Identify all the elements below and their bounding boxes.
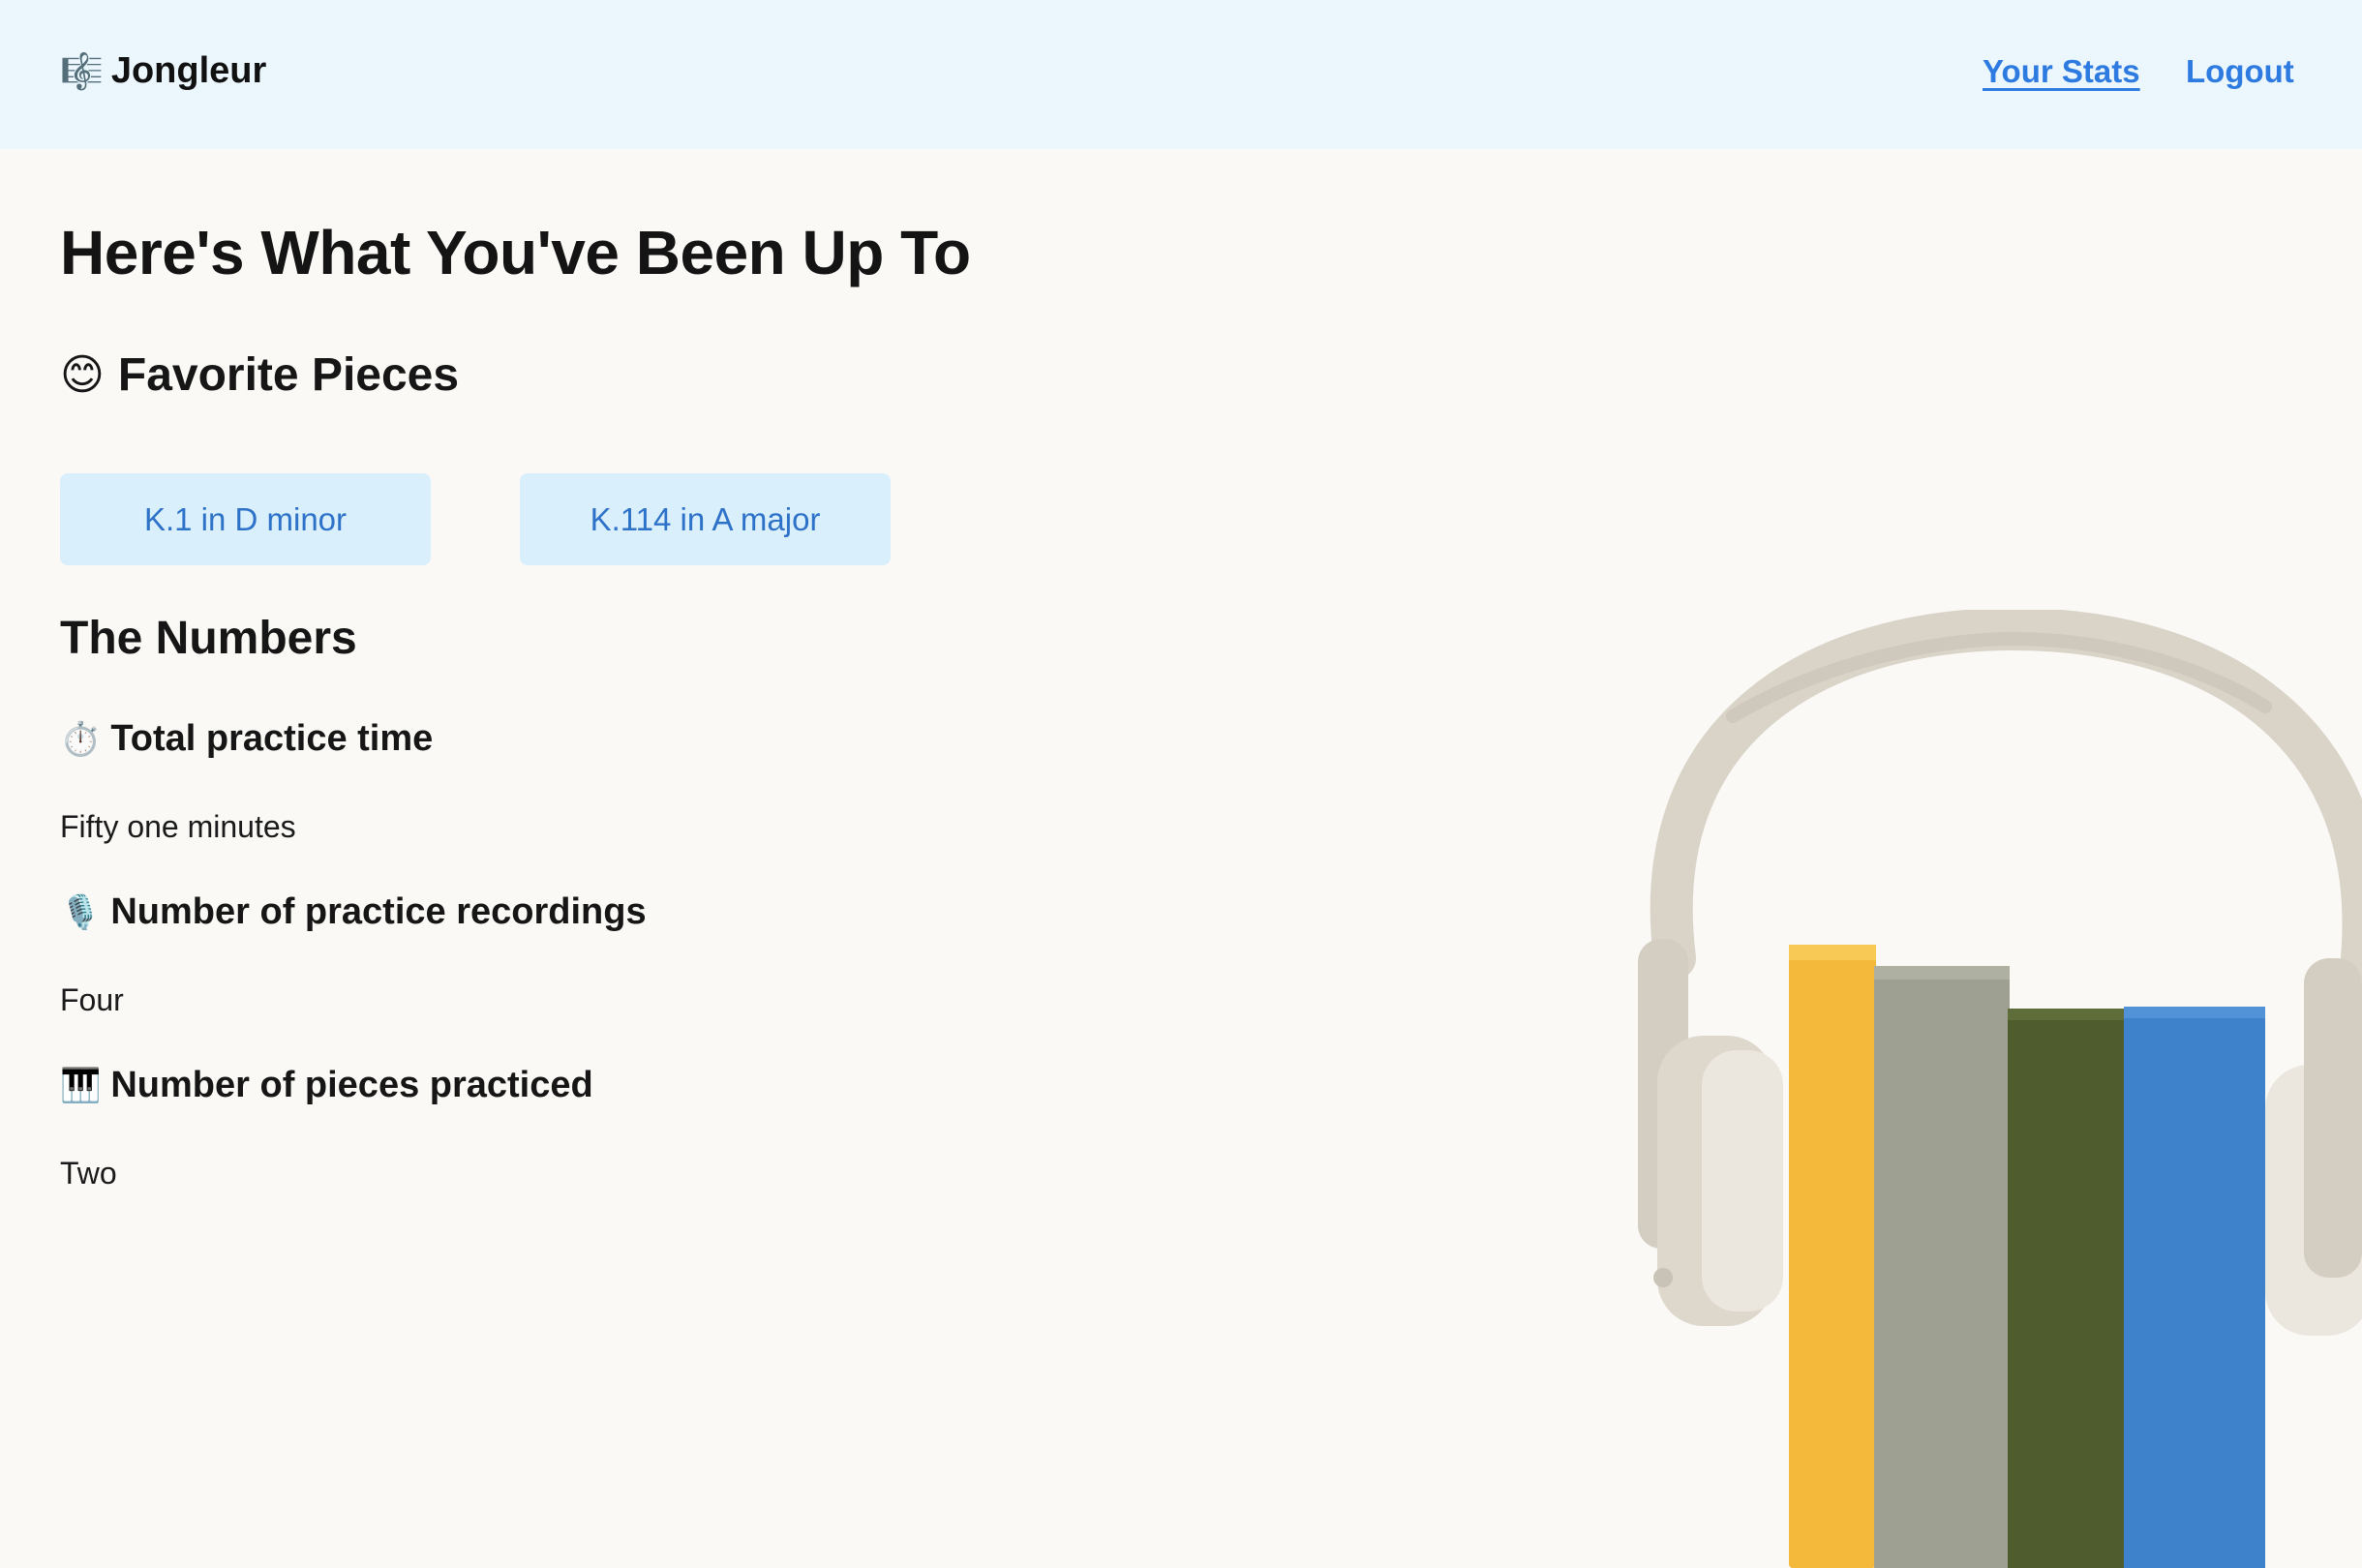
stat-label: Number of practice recordings bbox=[110, 891, 647, 932]
favorite-pieces-heading: 😊 Favorite Pieces bbox=[60, 348, 459, 402]
top-nav-bar: 🎼 Jongleur Your Stats Logout bbox=[0, 0, 2362, 149]
stat-value-practice-time: Fifty one minutes bbox=[60, 809, 296, 844]
brand-logo[interactable]: 🎼 Jongleur bbox=[60, 50, 266, 92]
smile-emoji-icon: 😊 bbox=[60, 350, 105, 399]
favorite-pieces-heading-text: Favorite Pieces bbox=[117, 349, 460, 401]
brand-name: Jongleur bbox=[110, 50, 267, 91]
book-blue bbox=[2124, 1007, 2265, 1568]
favorite-piece-button[interactable]: K.1 in D minor bbox=[60, 473, 431, 565]
headphones-books-illustration bbox=[1638, 610, 2362, 1568]
stat-heading-recordings: 🎙️ Number of practice recordings bbox=[60, 891, 647, 933]
nav-logout-link[interactable]: Logout bbox=[2186, 53, 2294, 90]
page-title: Here's What You've Been Up To bbox=[60, 218, 971, 287]
book-green bbox=[2008, 1009, 2126, 1568]
stat-label: Number of pieces practiced bbox=[110, 1065, 593, 1105]
book-yellow bbox=[1789, 945, 1876, 1568]
stat-value-pieces-practiced: Two bbox=[60, 1156, 117, 1191]
stat-heading-pieces-practiced: 🎹 Number of pieces practiced bbox=[60, 1065, 593, 1106]
stat-label: Total practice time bbox=[110, 718, 434, 759]
stopwatch-icon: ⏱️ bbox=[60, 720, 102, 758]
book-gray bbox=[1874, 966, 2010, 1568]
stat-value-recordings: Four bbox=[60, 982, 124, 1017]
stat-heading-practice-time: ⏱️ Total practice time bbox=[60, 718, 433, 760]
headphones-headband bbox=[1650, 610, 2362, 980]
nav-your-stats-link[interactable]: Your Stats bbox=[1983, 53, 2140, 90]
the-numbers-heading: The Numbers bbox=[60, 613, 357, 664]
microphone-icon: 🎙️ bbox=[60, 893, 102, 931]
favorite-piece-button[interactable]: K.114 in A major bbox=[520, 473, 891, 565]
piano-keys-icon: 🎹 bbox=[60, 1067, 102, 1104]
music-staff-icon: 🎼 bbox=[60, 50, 104, 91]
